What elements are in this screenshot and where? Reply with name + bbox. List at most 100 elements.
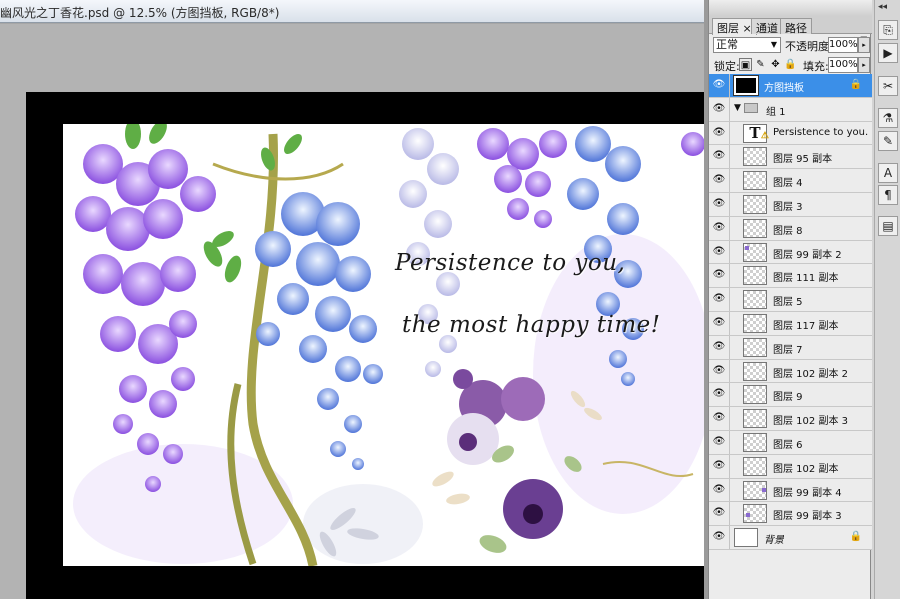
tab-layers-label: 图层 bbox=[717, 22, 739, 35]
layer-row[interactable]: 👁 T ⚠ Persistence to you... bbox=[709, 121, 872, 146]
wisteria-illustration bbox=[73, 124, 704, 566]
layer-thumbnail bbox=[743, 218, 767, 238]
lock-label: 锁定: bbox=[714, 60, 740, 73]
divider bbox=[729, 335, 730, 359]
layer-row[interactable]: 👁 图层 3 bbox=[709, 192, 872, 217]
eye-icon[interactable]: 👁 bbox=[712, 341, 726, 353]
padlock-icon[interactable]: 🔒 bbox=[784, 58, 797, 71]
layer-row[interactable]: 👁 背景 🔒 bbox=[709, 526, 872, 550]
eye-icon[interactable]: 👁 bbox=[712, 365, 726, 377]
layer-row[interactable]: 👁 图层 117 副本 bbox=[709, 311, 872, 336]
lock-icon: 🔒 bbox=[849, 79, 862, 90]
layer-row[interactable]: 👁 图层 102 副本 3 bbox=[709, 407, 872, 431]
divider bbox=[729, 121, 730, 145]
eye-icon[interactable]: 👁 bbox=[712, 460, 726, 472]
layer-thumbnail bbox=[743, 385, 767, 405]
layer-thumbnail bbox=[743, 266, 767, 286]
layer-thumbnail bbox=[743, 337, 767, 357]
eye-icon[interactable]: 👁 bbox=[712, 484, 726, 496]
layer-row[interactable]: 👁 图层 8 bbox=[709, 216, 872, 241]
eye-icon[interactable]: 👁 bbox=[712, 317, 726, 329]
opacity-input[interactable]: 100% bbox=[828, 37, 858, 53]
tab-layers[interactable]: 图层 × bbox=[712, 18, 757, 35]
layer-group-row[interactable]: 👁 ▼ 组 1 bbox=[709, 97, 872, 122]
layer-row[interactable]: 👁 图层 6 bbox=[709, 430, 872, 455]
brushes-icon[interactable]: ✂ bbox=[878, 76, 898, 96]
layer-row[interactable]: 👁 图层 4 bbox=[709, 169, 872, 193]
layer-comps-icon[interactable]: ▤ bbox=[878, 216, 898, 236]
eye-icon[interactable]: 👁 bbox=[712, 507, 726, 519]
document-tab[interactable]: 幽风光之丁香花.psd @ 12.5% (方图挡板, RGB/8*) bbox=[0, 0, 704, 23]
layer-name: 图层 8 bbox=[773, 225, 803, 237]
eye-icon[interactable]: 👁 bbox=[712, 246, 726, 258]
lock-fill-row: 锁定: ▣ ✎ ✥ 🔒 填充: 100% ▸ bbox=[709, 55, 872, 75]
opacity-slider-button[interactable]: ▸ bbox=[858, 37, 870, 53]
eye-icon[interactable]: 👁 bbox=[712, 150, 726, 162]
divider bbox=[729, 383, 730, 407]
fill-slider-button[interactable]: ▸ bbox=[858, 57, 870, 73]
divider bbox=[729, 502, 730, 526]
divider bbox=[729, 145, 730, 169]
panel-tabs: 图层 × 通道 路径 ▸≡ bbox=[709, 16, 872, 45]
tool-presets-icon[interactable]: ✎ bbox=[878, 131, 898, 151]
layer-thumbnail bbox=[733, 75, 759, 96]
eye-icon[interactable]: 👁 bbox=[712, 79, 726, 91]
layer-row[interactable]: 👁 图层 102 副本 bbox=[709, 454, 872, 479]
text-layer-icon: T ⚠ bbox=[743, 123, 769, 143]
layer-row[interactable]: 👁 图层 7 bbox=[709, 335, 872, 360]
panel-header-bar[interactable] bbox=[709, 0, 872, 16]
layer-row[interactable]: 👁 图层 99 副本 4 bbox=[709, 478, 872, 503]
expand-triangle-icon[interactable]: ▼ bbox=[734, 103, 741, 113]
paragraph-icon[interactable]: ¶ bbox=[878, 185, 898, 205]
history-icon[interactable]: ⎘ bbox=[878, 20, 898, 40]
brush-lock-icon[interactable]: ✎ bbox=[754, 58, 767, 71]
eye-icon[interactable]: 👁 bbox=[712, 103, 726, 115]
actions-play-icon[interactable]: ▶ bbox=[878, 43, 898, 63]
eye-icon[interactable]: 👁 bbox=[712, 293, 726, 305]
layer-row[interactable]: 👁 图层 99 副本 2 bbox=[709, 240, 872, 265]
eye-icon[interactable]: 👁 bbox=[712, 222, 726, 234]
eye-icon[interactable]: 👁 bbox=[712, 436, 726, 448]
fill-input[interactable]: 100% bbox=[828, 57, 858, 73]
tab-paths[interactable]: 路径 bbox=[780, 18, 812, 35]
layer-thumbnail bbox=[743, 480, 767, 500]
eye-icon[interactable]: 👁 bbox=[712, 412, 726, 424]
artwork-canvas[interactable]: Persistence to you, the most happy time! bbox=[63, 124, 704, 566]
eye-icon[interactable]: 👁 bbox=[712, 198, 726, 210]
character-icon[interactable]: A bbox=[878, 163, 898, 183]
layer-row[interactable]: 👁 图层 111 副本 bbox=[709, 264, 872, 289]
layer-name: 图层 117 副本 bbox=[773, 320, 839, 332]
layer-name: 图层 99 副本 3 bbox=[773, 511, 842, 523]
layers-panel: 图层 × 通道 路径 ▸≡ 正常 ▼ 不透明度: 100% ▸ 锁定: ▣ ✎ … bbox=[708, 0, 872, 599]
move-lock-icon[interactable]: ✥ bbox=[769, 58, 782, 71]
eye-icon[interactable]: 👁 bbox=[712, 174, 726, 186]
tab-paths-label: 路径 bbox=[785, 22, 807, 35]
layer-name: 图层 99 副本 2 bbox=[773, 249, 842, 261]
layer-row[interactable]: 👁 图层 102 副本 2 bbox=[709, 359, 872, 384]
layer-row[interactable]: 👁 图层 5 bbox=[709, 288, 872, 312]
layer-row[interactable]: 👁 图层 95 副本 bbox=[709, 145, 872, 170]
clone-source-icon[interactable]: ⚗ bbox=[878, 108, 898, 128]
layer-thumbnail bbox=[743, 171, 767, 191]
layer-name: 图层 102 副本 3 bbox=[773, 416, 848, 428]
eye-icon[interactable]: 👁 bbox=[712, 531, 726, 543]
layer-row[interactable]: 👁 方图挡板 🔒 bbox=[709, 74, 872, 98]
layer-name: 图层 102 副本 bbox=[773, 463, 839, 475]
tab-channels-label: 通道 bbox=[756, 22, 778, 35]
panel-icon-strip: ◂◂ ⎘ ▶ ✂ ⚗ ✎ A ¶ ▤ bbox=[874, 0, 900, 599]
layer-row[interactable]: 👁 图层 9 bbox=[709, 383, 872, 408]
eye-icon[interactable]: 👁 bbox=[712, 127, 726, 139]
transparency-lock-icon[interactable]: ▣ bbox=[739, 58, 752, 71]
blend-mode-select[interactable]: 正常 ▼ bbox=[713, 37, 781, 53]
divider bbox=[729, 97, 730, 121]
layer-name: 图层 111 副本 bbox=[773, 273, 839, 285]
tab-channels[interactable]: 通道 bbox=[751, 18, 783, 35]
folder-icon bbox=[744, 102, 758, 113]
lock-icon: 🔒 bbox=[849, 531, 862, 543]
thumb-mark bbox=[746, 513, 750, 518]
eye-icon[interactable]: 👁 bbox=[712, 269, 726, 281]
divider bbox=[729, 288, 730, 311]
layer-row[interactable]: 👁 图层 99 副本 3 bbox=[709, 502, 872, 527]
collapse-icon[interactable]: ◂◂ bbox=[878, 2, 887, 12]
eye-icon[interactable]: 👁 bbox=[712, 388, 726, 400]
